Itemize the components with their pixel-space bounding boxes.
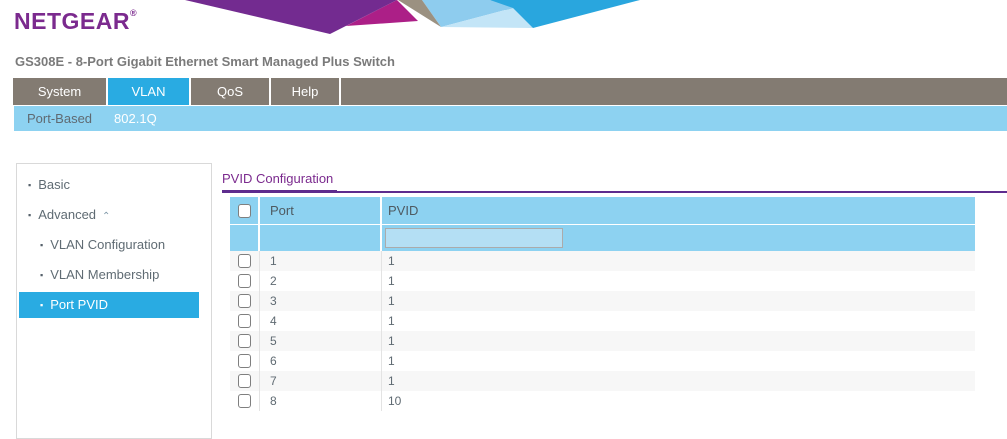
table-row: 4 1 bbox=[230, 311, 975, 331]
port-cell: 4 bbox=[260, 311, 382, 331]
row-checkbox-cell bbox=[230, 291, 260, 311]
port-cell: 8 bbox=[260, 391, 382, 411]
row-checkbox-cell bbox=[230, 311, 260, 331]
row-checkbox-cell bbox=[230, 371, 260, 391]
sidebar-item-vlan-membership[interactable]: ▪ VLAN Membership bbox=[17, 260, 211, 290]
row-checkbox[interactable] bbox=[238, 334, 251, 348]
column-header-port: Port bbox=[260, 197, 382, 224]
sub-nav: Port-Based 802.1Q bbox=[14, 106, 1007, 131]
table-header-row: Port PVID bbox=[230, 197, 975, 224]
row-checkbox[interactable] bbox=[238, 314, 251, 328]
port-cell: 7 bbox=[260, 371, 382, 391]
bullet-icon: ▪ bbox=[28, 210, 31, 220]
filter-pvid-cell bbox=[382, 225, 975, 251]
header-checkbox-cell bbox=[230, 197, 260, 224]
page-header: NETGEAR® bbox=[0, 0, 1007, 48]
pvid-cell: 1 bbox=[382, 291, 975, 311]
port-cell: 1 bbox=[260, 251, 382, 271]
row-checkbox[interactable] bbox=[238, 294, 251, 308]
row-checkbox[interactable] bbox=[238, 374, 251, 388]
sidebar-item-label: Port PVID bbox=[50, 297, 108, 312]
netgear-logo-text: NETGEAR bbox=[14, 8, 130, 34]
table-row: 5 1 bbox=[230, 331, 975, 351]
pvid-cell: 1 bbox=[382, 251, 975, 271]
registered-trademark-symbol: ® bbox=[130, 8, 137, 18]
table-row: 6 1 bbox=[230, 351, 975, 371]
section-heading: PVID Configuration bbox=[222, 171, 337, 193]
sidebar-menu: ▪ Basic ▪ Advanced ⌃ ▪ VLAN Configuration ▪ V… bbox=[17, 164, 211, 318]
pvid-cell: 1 bbox=[382, 351, 975, 371]
select-all-checkbox[interactable] bbox=[238, 204, 251, 218]
sidebar-item-port-pvid[interactable]: ▪ Port PVID bbox=[19, 292, 199, 318]
pvid-filter-input[interactable] bbox=[385, 228, 563, 248]
port-cell: 6 bbox=[260, 351, 382, 371]
sidebar-item-basic[interactable]: ▪ Basic bbox=[17, 170, 211, 200]
pvid-cell: 1 bbox=[382, 371, 975, 391]
sidebar-item-advanced[interactable]: ▪ Advanced ⌃ bbox=[17, 200, 211, 230]
pvid-table: Port PVID 1 1 2 1 3 1 bbox=[230, 197, 975, 411]
port-cell: 5 bbox=[260, 331, 382, 351]
pvid-cell: 10 bbox=[382, 391, 975, 411]
filter-checkbox-cell bbox=[230, 225, 260, 251]
collapse-caret-icon: ⌃ bbox=[102, 211, 110, 222]
bullet-icon: ▪ bbox=[40, 240, 43, 250]
section-heading-rule: PVID Configuration bbox=[222, 170, 1007, 193]
netgear-logo: NETGEAR® bbox=[14, 8, 137, 35]
page-title: GS308E - 8-Port Gigabit Ethernet Smart M… bbox=[0, 48, 1007, 78]
row-checkbox[interactable] bbox=[238, 254, 251, 268]
port-cell: 2 bbox=[260, 271, 382, 291]
sidebar-item-label: VLAN Configuration bbox=[50, 237, 165, 252]
main-nav: System VLAN QoS Help bbox=[13, 78, 1007, 105]
table-row: 8 10 bbox=[230, 391, 975, 411]
sidebar: ▪ Basic ▪ Advanced ⌃ ▪ VLAN Configuration ▪ V… bbox=[16, 163, 212, 439]
table-filter-row bbox=[230, 225, 975, 251]
row-checkbox[interactable] bbox=[238, 354, 251, 368]
sidebar-item-label: Basic bbox=[38, 177, 70, 192]
bullet-icon: ▪ bbox=[40, 270, 43, 280]
tab-vlan[interactable]: VLAN bbox=[108, 78, 191, 105]
main-content: PVID Configuration Port PVID 1 1 2 bbox=[222, 170, 1007, 411]
row-checkbox-cell bbox=[230, 351, 260, 371]
sidebar-item-label: VLAN Membership bbox=[50, 267, 159, 282]
table-row: 3 1 bbox=[230, 291, 975, 311]
row-checkbox-cell bbox=[230, 271, 260, 291]
bullet-icon: ▪ bbox=[28, 180, 31, 190]
table-row: 7 1 bbox=[230, 371, 975, 391]
tab-help[interactable]: Help bbox=[271, 78, 341, 105]
column-header-pvid: PVID bbox=[382, 197, 975, 224]
row-checkbox-cell bbox=[230, 251, 260, 271]
row-checkbox-cell bbox=[230, 331, 260, 351]
table-row: 2 1 bbox=[230, 271, 975, 291]
tab-system[interactable]: System bbox=[13, 78, 108, 105]
pvid-cell: 1 bbox=[382, 271, 975, 291]
pvid-cell: 1 bbox=[382, 331, 975, 351]
subnav-item-8021q[interactable]: 802.1Q bbox=[114, 111, 157, 126]
sidebar-item-label: Advanced bbox=[38, 207, 96, 222]
table-body: 1 1 2 1 3 1 4 1 5 1 6 1 bbox=[230, 251, 975, 411]
sidebar-item-vlan-configuration[interactable]: ▪ VLAN Configuration bbox=[17, 230, 211, 260]
bullet-icon: ▪ bbox=[40, 300, 43, 310]
tab-qos[interactable]: QoS bbox=[191, 78, 271, 105]
row-checkbox-cell bbox=[230, 391, 260, 411]
filter-port-cell bbox=[260, 225, 382, 251]
port-cell: 3 bbox=[260, 291, 382, 311]
table-row: 1 1 bbox=[230, 251, 975, 271]
row-checkbox[interactable] bbox=[238, 274, 251, 288]
pvid-cell: 1 bbox=[382, 311, 975, 331]
row-checkbox[interactable] bbox=[238, 394, 251, 408]
brand-banner-graphic bbox=[160, 0, 680, 36]
subnav-item-port-based[interactable]: Port-Based bbox=[27, 111, 92, 126]
